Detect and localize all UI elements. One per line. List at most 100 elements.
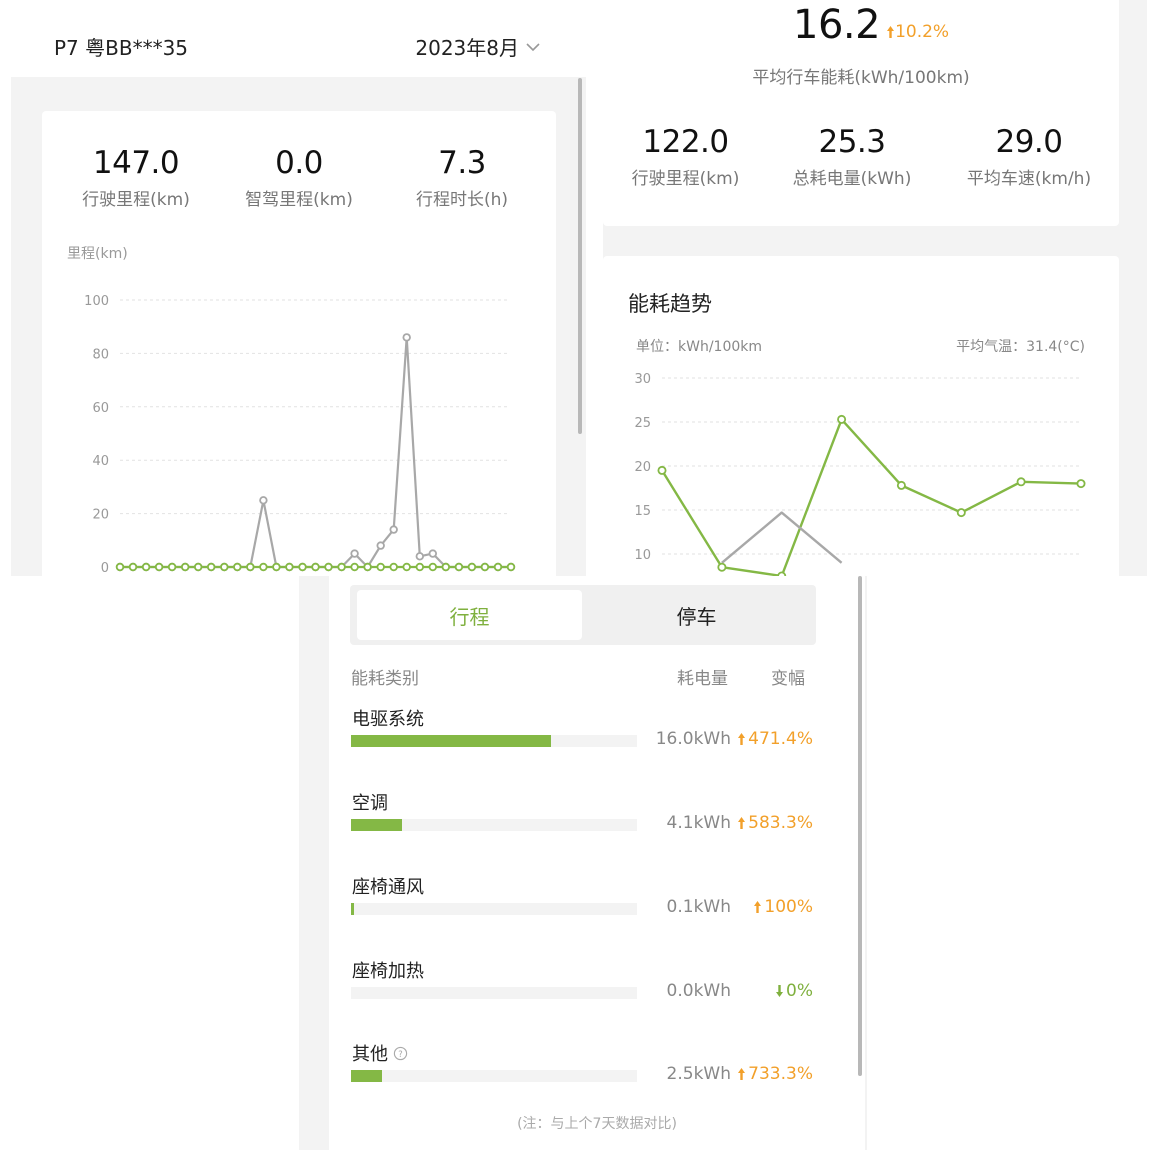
data-point [324,562,333,572]
energy-share-fill [351,735,551,747]
y-axis-label: 里程(km) [67,246,128,262]
category-amount: 16.0kWh [655,729,731,749]
data-point [141,562,151,572]
category-amount: 2.5kWh [666,1064,731,1084]
scrollbar[interactable] [858,576,862,1076]
category-change-value: 583.3% [748,813,813,833]
category-amount: 4.1kWh [666,813,731,833]
svg-text:?: ? [398,1048,402,1058]
data-point [376,562,385,572]
category-name: 座椅通风 [352,873,424,899]
data-point [389,562,398,572]
category-change-value: 0% [786,981,813,1001]
category-amount: 0.0kWh [666,981,731,1001]
energy-share-bar [351,903,637,915]
tab-parking[interactable]: 停车 [584,590,809,640]
category-change: 0% [775,981,813,1001]
data-point [154,562,164,572]
category-change-value: 471.4% [748,729,813,749]
energy-trend-card: 能耗趋势 单位：kWh/100km 平均气温：31.4(°C) 10 15 20 25… [603,256,1119,576]
category-label: 空调 [352,793,388,814]
category-row: 电驱系统 16.0kWh 471.4% [351,705,817,765]
data-point [350,562,359,572]
header-change: 变幅 [771,669,805,689]
data-point [480,562,490,572]
y-tick-label: 100 [84,294,109,309]
y-tick-label: 80 [92,347,109,362]
vehicle-plate: P7 粤BB***35 [54,36,189,60]
energy-share-fill [351,1070,382,1082]
data-point [428,549,437,558]
data-point [506,562,516,572]
data-point [206,562,216,572]
data-point [389,525,398,534]
y-tick-label: 20 [634,460,651,475]
category-name: 电驱系统 [352,705,424,731]
data-point [717,562,727,572]
data-point [298,562,307,572]
avg-energy-change-value: 10.2% [895,22,950,42]
stat-label: 行驶里程(km) [631,169,740,189]
series-line [721,511,843,564]
data-point [402,333,411,342]
y-tick-label: 0 [101,561,109,576]
data-point [233,562,242,572]
arrow-up-icon [754,901,762,913]
data-point [441,562,450,572]
breakdown-content: 行程 停车 能耗类别 耗电量 变幅 电驱系统 16.0kWh 471.4% 空调 4.1… [329,576,865,1150]
category-label: 座椅加热 [352,961,424,982]
data-point [1016,477,1026,487]
category-name: 空调 [352,789,388,815]
data-point [285,562,294,572]
data-point [115,562,125,572]
data-point [337,562,346,572]
mileage-card: 147.0 行驶里程(km) 0.0 智驾里程(km) 7.3 行程时长(h) … [42,111,556,576]
data-point [350,549,359,558]
stat-average-speed: 29.0 平均车速(km/h) [949,124,1109,189]
data-point [657,465,667,475]
energy-share-fill [351,819,402,831]
stat-value: 29.0 [995,124,1063,160]
avg-energy: 16.2 10.2% [793,2,949,48]
month-label: 2023年8月 [415,36,519,60]
header-amount: 耗电量 [677,669,728,689]
stat-label: 平均车速(km/h) [966,169,1092,189]
data-point [896,480,906,490]
avg-energy-label: 平均行车能耗(kWh/100km) [752,68,970,88]
data-point [454,562,464,572]
y-tick-label: 25 [634,416,651,431]
tab-trip[interactable]: 行程 [357,590,582,640]
energy-share-bar [351,1070,637,1082]
category-row: 其他? 2.5kWh 733.3% [351,1040,817,1100]
arrow-up-icon [738,1068,746,1080]
category-change: 733.3% [737,1064,813,1084]
mileage-panel: P7 粤BB***35 2023年8月 147.0 行驶里程(km) 0.0 智… [11,0,586,576]
stat-label: 总耗电量(kWh) [792,169,912,189]
energy-trend-chart: 10 15 20 25 30 [634,372,1086,576]
category-row: 座椅加热 0.0kWh 0% [351,957,817,1017]
y-tick-label: 60 [92,401,109,416]
energy-breakdown-panel: 行程 停车 能耗类别 耗电量 变幅 电驱系统 16.0kWh 471.4% 空调 4.1… [299,576,867,1150]
month-selector[interactable]: 2023年8月 [415,32,541,61]
data-point [272,562,281,572]
data-point [956,508,966,518]
data-point [259,562,268,572]
vehicle-header: P7 粤BB***35 2023年8月 [11,0,586,77]
category-name: 座椅加热 [352,957,424,983]
question-circle-icon[interactable]: ? [393,1046,408,1061]
data-point [428,562,437,572]
energy-share-fill [351,903,354,915]
data-point [180,562,190,572]
category-amount: 0.1kWh [666,897,731,917]
category-row: 座椅通风 0.1kWh 100% [351,873,817,933]
data-point [220,562,229,572]
data-point [1076,479,1086,489]
y-tick-label: 40 [92,454,109,469]
data-point [363,562,372,572]
energy-panel: 16.2 10.2% 平均行车能耗(kWh/100km) 122.0 行驶里程(… [603,0,1147,576]
category-name: 其他? [352,1040,408,1066]
y-tick-label: 30 [634,372,651,387]
scrollbar[interactable] [578,78,582,434]
data-point [415,552,424,561]
category-label: 电驱系统 [352,709,424,730]
